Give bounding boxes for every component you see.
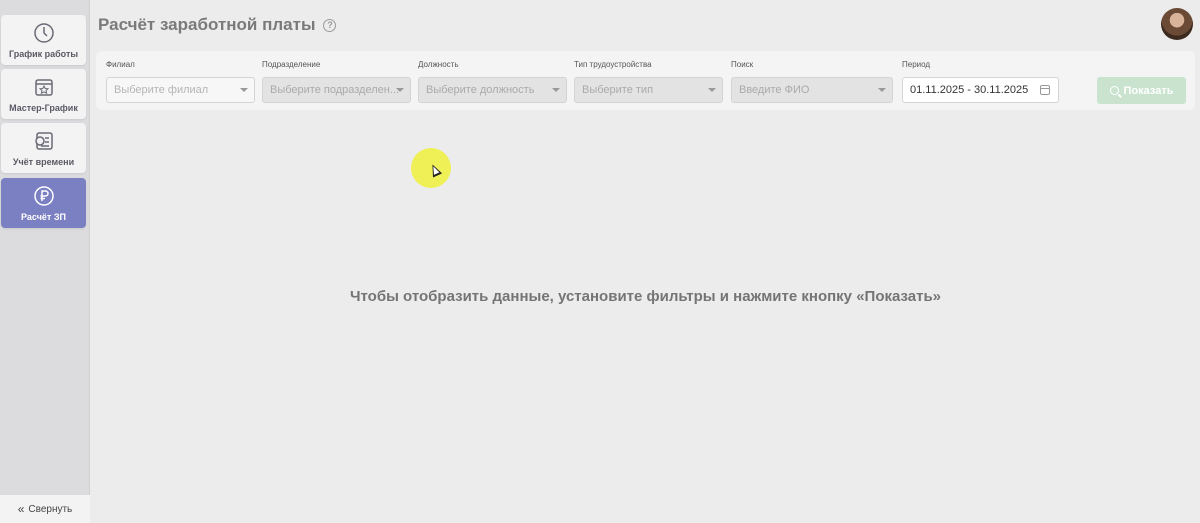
ruble-icon	[33, 186, 54, 206]
sidebar-item-work-schedule[interactable]: График работы	[1, 15, 86, 65]
sidebar-item-label: Мастер-График	[9, 103, 78, 113]
timesheet-icon	[34, 132, 53, 150]
show-button-label: Показать	[1123, 84, 1174, 97]
period-value: 01.11.2025 - 30.11.2025	[910, 84, 1029, 96]
filter-employment-type-label: Тип трудоустройства	[574, 60, 652, 69]
filter-branch: Филиал Выберите филиал	[106, 59, 255, 103]
filter-department: Подразделение Выберите подразделен...	[262, 59, 411, 103]
page-title: Расчёт заработной платы ?	[98, 15, 337, 35]
empty-state-message: Чтобы отобразить данные, установите филь…	[349, 288, 942, 305]
show-button[interactable]: Показать	[1097, 77, 1186, 104]
department-select-placeholder: Выберите подразделен...	[270, 84, 400, 96]
collapse-button[interactable]: « Свернуть	[0, 495, 90, 523]
chevron-down-icon	[878, 88, 886, 92]
filter-position-label: Должность	[418, 60, 459, 69]
double-chevron-left-icon: «	[17, 502, 25, 516]
employment-type-select-placeholder: Выберите тип	[582, 84, 654, 96]
chevron-down-icon	[396, 88, 404, 92]
branch-select[interactable]: Выберите филиал	[106, 77, 255, 103]
filter-bar: Филиал Выберите филиал Подразделение Выб…	[96, 51, 1195, 110]
chevron-down-icon	[240, 88, 248, 92]
calendar-icon[interactable]	[1040, 85, 1050, 95]
clock-icon	[33, 23, 54, 43]
filter-search-label: Поиск	[731, 60, 754, 69]
sidebar-item-time-tracking[interactable]: Учёт времени	[1, 123, 86, 173]
sidebar-item-label: Учёт времени	[12, 157, 75, 167]
filter-period: Период 01.11.2025 - 30.11.2025	[902, 59, 1059, 103]
calendar-star-icon	[34, 79, 53, 96]
period-date-range-input[interactable]: 01.11.2025 - 30.11.2025	[902, 77, 1059, 103]
chevron-down-icon	[552, 88, 560, 92]
position-select[interactable]: Выберите должность	[418, 77, 567, 103]
filter-position: Должность Выберите должность	[418, 59, 567, 103]
sidebar-item-label: Расчёт ЗП	[21, 212, 66, 222]
search-input-placeholder: Введите ФИО	[739, 84, 810, 96]
sidebar-item-payroll[interactable]: Расчёт ЗП	[1, 178, 86, 228]
page-title-text: Расчёт заработной платы	[98, 15, 316, 34]
filter-branch-label: Филиал	[106, 60, 135, 69]
question-circle-icon[interactable]: ?	[323, 18, 337, 32]
collapse-label: Свернуть	[28, 503, 73, 515]
sidebar: График работы Мастер-График Учёт времени…	[0, 0, 90, 523]
filter-search: Поиск Введите ФИО	[731, 59, 893, 103]
position-select-placeholder: Выберите должность	[426, 84, 535, 96]
department-select[interactable]: Выберите подразделен...	[262, 77, 411, 103]
employment-type-select[interactable]: Выберите тип	[574, 77, 723, 103]
branch-select-placeholder: Выберите филиал	[114, 84, 209, 96]
filter-department-label: Подразделение	[262, 60, 321, 69]
search-input[interactable]: Введите ФИО	[731, 77, 893, 103]
avatar[interactable]	[1161, 8, 1193, 40]
search-icon	[1109, 86, 1119, 95]
sidebar-item-master-schedule[interactable]: Мастер-График	[1, 69, 86, 119]
filter-period-label: Период	[902, 60, 931, 69]
chevron-down-icon	[708, 88, 716, 92]
sidebar-item-label: График работы	[8, 49, 79, 59]
filter-employment-type: Тип трудоустройства Выберите тип	[574, 59, 723, 103]
